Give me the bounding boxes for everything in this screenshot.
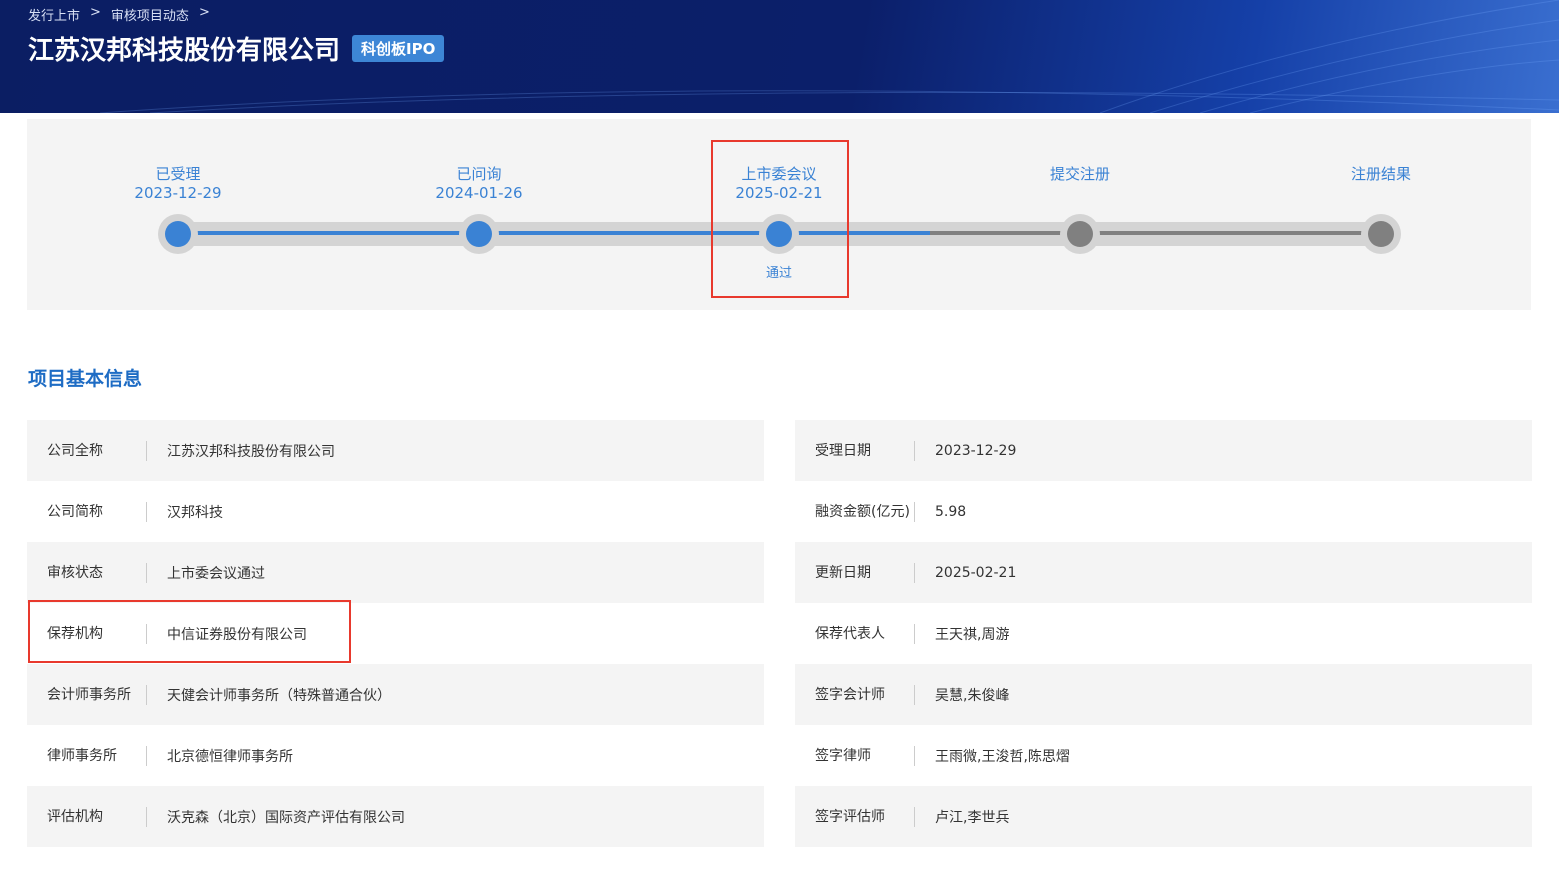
info-value: 汉邦科技 — [167, 504, 223, 521]
board-badge: 科创板IPO — [352, 35, 445, 62]
step-label: 注册结果 — [1350, 165, 1411, 183]
info-row: 保荐代表人 王天祺,周游 — [795, 603, 1532, 664]
breadcrumb: 发行上市 > 审核项目动态 > — [28, 5, 210, 24]
progress-timeline: 已受理 2023-12-29 已问询 2024-01-26 上市委会议 2025-02-2… — [27, 119, 1531, 310]
info-row: 审核状态 上市委会议通过 — [27, 542, 764, 603]
info-row: 律师事务所 北京德恒律师事务所 — [27, 725, 764, 786]
step-label: 已问询 — [456, 165, 502, 183]
info-table-right: 受理日期 2023-12-29 融资金额(亿元) 5.98 更新日期 2025-02-21… — [795, 420, 1532, 847]
info-row: 更新日期 2025-02-21 — [795, 542, 1532, 603]
highlight-box — [28, 600, 351, 663]
info-label: 签字评估师 — [795, 806, 915, 827]
info-value: 上市委会议通过 — [167, 565, 265, 582]
info-label: 评估机构 — [27, 806, 147, 827]
progress-pending-line — [930, 231, 1382, 235]
info-label: 更新日期 — [795, 562, 915, 583]
info-value: 江苏汉邦科技股份有限公司 — [167, 443, 335, 460]
info-label: 审核状态 — [27, 562, 147, 583]
info-value: 5.98 — [935, 503, 967, 520]
info-row: 签字会计师 吴慧,朱俊峰 — [795, 664, 1532, 725]
step-date: 2023-12-29 — [134, 184, 222, 202]
info-value: 王天祺,周游 — [935, 626, 1010, 643]
info-row: 融资金额(亿元) 5.98 — [795, 481, 1532, 542]
highlight-box — [711, 140, 849, 298]
step-node-icon — [158, 214, 198, 254]
step-node-icon — [459, 214, 499, 254]
info-row: 签字评估师 卢江,李世兵 — [795, 786, 1532, 847]
step-label: 提交注册 — [1049, 165, 1110, 183]
info-row: 评估机构 沃克森（北京）国际资产评估有限公司 — [27, 786, 764, 847]
info-label: 公司简称 — [27, 501, 147, 522]
breadcrumb-link[interactable]: 审核项目动态 — [111, 5, 189, 24]
info-label: 公司全称 — [27, 440, 147, 461]
step-label: 已受理 — [155, 165, 201, 183]
info-label: 会计师事务所 — [27, 684, 147, 705]
step-node-icon — [1361, 214, 1401, 254]
info-row: 公司简称 汉邦科技 — [27, 481, 764, 542]
step-node-icon — [1060, 214, 1100, 254]
info-label: 受理日期 — [795, 440, 915, 461]
info-value: 2025-02-21 — [935, 564, 1017, 581]
info-label: 融资金额(亿元) — [795, 501, 915, 522]
info-label: 签字律师 — [795, 745, 915, 766]
step-date: 2024-01-26 — [435, 184, 523, 202]
info-value: 王雨微,王浚哲,陈思熠 — [935, 748, 1070, 765]
info-row: 会计师事务所 天健会计师事务所（特殊普通合伙） — [27, 664, 764, 725]
info-row: 公司全称 江苏汉邦科技股份有限公司 — [27, 420, 764, 481]
page-title: 江苏汉邦科技股份有限公司 — [28, 36, 341, 66]
info-label: 签字会计师 — [795, 684, 915, 705]
chevron-right-icon: > — [90, 5, 101, 20]
info-value: 吴慧,朱俊峰 — [935, 687, 1010, 704]
info-value: 卢江,李世兵 — [935, 809, 1010, 826]
info-row: 签字律师 王雨微,王浚哲,陈思熠 — [795, 725, 1532, 786]
info-value: 北京德恒律师事务所 — [167, 748, 293, 765]
info-value: 沃克森（北京）国际资产评估有限公司 — [167, 809, 405, 826]
chevron-right-icon: > — [198, 5, 210, 20]
info-row: 受理日期 2023-12-29 — [795, 420, 1532, 481]
info-value: 天健会计师事务所（特殊普通合伙） — [167, 687, 391, 704]
info-label: 保荐代表人 — [795, 623, 915, 644]
breadcrumb-link[interactable]: 发行上市 — [28, 5, 80, 24]
section-title: 项目基本信息 — [28, 368, 143, 390]
info-value: 2023-12-29 — [935, 442, 1017, 459]
header-banner: 发行上市 > 审核项目动态 > 江苏汉邦科技股份有限公司 科创板IPO — [0, 0, 1559, 113]
info-label: 律师事务所 — [27, 745, 147, 766]
